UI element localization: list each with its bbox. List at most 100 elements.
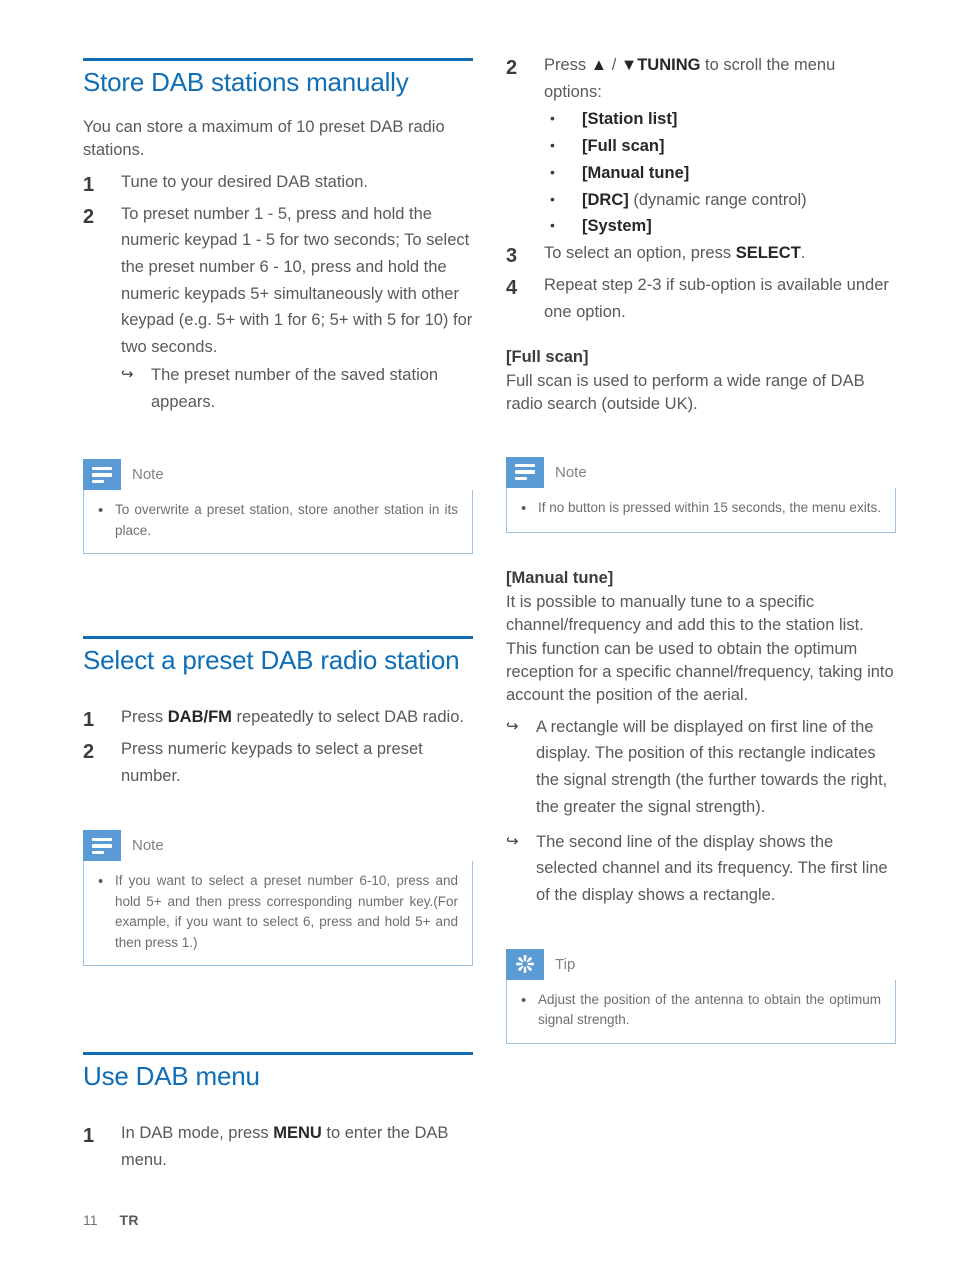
tip-bullet-row: • Adjust the position of the antenna to … [521,990,881,1031]
manual-tune-paragraph: This function can be used to obtain the … [506,639,894,705]
subheading-manual-tune: [Manual tune] [506,569,614,588]
step-number: 2 [506,57,518,79]
note-lines-icon [506,456,544,488]
subheading-full-scan: [Full scan] [506,348,589,367]
arrow-sub-item: ↪ The preset number of the saved station… [83,362,473,415]
arrow-hook-icon: ↪ [506,832,519,850]
note-body: • If you want to select a preset number … [83,861,473,967]
step-number: 1 [83,708,95,731]
full-scan-description: Full scan is used to perform a wide rang… [506,371,865,414]
page-title-store-dab: Store DAB stations manually [83,67,409,97]
step-number: 1 [83,173,95,196]
arrow-hook-icon: ↪ [121,365,134,383]
page-title-use-dab-menu: Use DAB menu [83,1061,260,1092]
list-item: • [System] [544,213,896,240]
heading-rule [83,636,473,640]
note-lines-icon [83,459,121,491]
step-text-before: In DAB mode, press [121,1124,274,1143]
note-bullet-text: If you want to select a preset number 6-… [115,873,458,950]
menu-option: [DRC] (dynamic range control) [582,187,896,214]
step-item: 4 Repeat step 2-3 if sub-option is avail… [506,272,896,325]
note-header: Note [83,830,473,862]
step-item: 1 Tune to your desired DAB station. [83,169,473,200]
right-column: 2 Press ▲ / ▼TUNING to scroll the menu o… [506,52,896,1044]
bullet-dot-icon: • [550,217,555,234]
step-item: 1 Press DAB/FM repeatedly to select DAB … [83,704,473,735]
step-item: 1 In DAB mode, press MENU to enter the D… [83,1120,473,1173]
list-item: • [Station list] [544,106,896,133]
arrow-sub-item: ↪ A rectangle will be displayed on first… [506,714,896,821]
menu-option-label: [Manual tune] [582,163,690,182]
intro-paragraph: You can store a maximum of 10 preset DAB… [83,117,445,160]
step-text-before: Press [544,56,591,74]
note-title: Note [132,837,164,855]
note-body: • To overwrite a preset station, store a… [83,490,473,555]
page-language-code: TR [119,1212,139,1228]
note-lines-glyph [92,837,112,855]
note-callout: Note • If no button is pressed within 15… [506,456,896,534]
manual-tune-paragraph: It is possible to manually tune to a spe… [506,592,864,635]
step-text-after: . [800,244,806,263]
dab-menu-steps-list: 2 Press ▲ / ▼TUNING to scroll the menu o… [506,52,896,325]
section-use-dab-menu: Use DAB menu [83,1046,473,1092]
arrow-down-icon: ▼ [620,56,638,74]
step-item: 2 To preset number 1 - 5, press and hold… [83,201,473,361]
note-lines-glyph [92,466,112,484]
page-number: 11 [83,1212,98,1228]
bullet-dot-icon: • [550,110,555,127]
tip-bullet-text: Adjust the position of the antenna to ob… [538,991,881,1028]
step-text: Press numeric keypads to select a preset… [121,739,423,785]
step-number: 2 [83,740,95,763]
note-callout: Note • To overwrite a preset station, st… [83,459,473,555]
step-text-before: To select an option, press [544,244,736,263]
note-bullet-text: To overwrite a preset station, store ano… [115,502,458,538]
menu-option: [Station list] [582,106,896,133]
section-store-dab-stations: Store DAB stations manually [83,52,473,98]
menu-option-label: [DRC] [582,190,629,209]
step-number: 4 [506,277,518,300]
left-column: Store DAB stations manually You can stor… [83,52,473,1175]
bullet-dot-icon: • [98,502,104,520]
note-bullet-row: • If you want to select a preset number … [98,871,458,953]
manual-page: Store DAB stations manually You can stor… [0,0,954,1272]
menu-option-label: [System] [582,217,652,236]
asterisk-starburst-icon [506,948,544,980]
arrow-separator: / [607,56,621,74]
note-title: Note [132,466,164,484]
step-item: 3 To select an option, press SELECT. [506,240,896,271]
menu-option-label: [Station list] [582,110,678,129]
step-text-bold: TUNING [637,56,701,74]
heading-rule [83,1052,473,1056]
note-bullet-row: • If no button is pressed within 15 seco… [521,498,881,521]
note-body: • If no button is pressed within 15 seco… [506,487,896,534]
step-text-bold: SELECT [735,244,801,263]
section-select-preset-dab: Select a preset DAB radio station [83,630,473,676]
page-title-select-preset: Select a preset DAB radio station [83,645,460,676]
bullet-dot-icon: • [550,163,555,180]
arrow-sub-item: ↪ The second line of the display shows t… [506,829,896,909]
step-item: 2 Press numeric keypads to select a pres… [83,736,473,789]
list-item: • [DRC] (dynamic range control) [544,187,896,214]
page-footer: 11 TR [83,1212,139,1228]
step-text: To select an option, press SELECT. [544,240,896,267]
list-item: • [Full scan] [544,133,896,160]
step-text-before: Press [121,707,168,726]
step-item: 2 Press ▲ / ▼TUNING to scroll the menu o… [506,52,896,105]
arrow-up-icon: ▲ [590,56,608,74]
note-bullet-row: • To overwrite a preset station, store a… [98,500,458,541]
tip-body: • Adjust the position of the antenna to … [506,979,896,1044]
step-text-after: repeatedly to select DAB radio. [231,707,464,726]
use-dab-menu-steps-list: 1 In DAB mode, press MENU to enter the D… [83,1120,473,1173]
select-preset-steps-list: 1 Press DAB/FM repeatedly to select DAB … [83,704,473,789]
step-text: In DAB mode, press MENU to enter the DAB… [121,1120,473,1173]
note-bullet-text: If no button is pressed within 15 second… [538,499,881,515]
step-number: 1 [83,1125,95,1148]
menu-option: [System] [582,213,896,240]
menu-option: [Full scan] [582,133,896,160]
step-number: 2 [83,205,95,228]
note-title: Note [555,463,587,481]
step-text: Press DAB/FM repeatedly to select DAB ra… [121,704,473,731]
arrow-sub-item-text: The preset number of the saved station a… [151,365,439,411]
step-text-bold: MENU [273,1124,322,1143]
note-callout: Note • If you want to select a preset nu… [83,830,473,967]
